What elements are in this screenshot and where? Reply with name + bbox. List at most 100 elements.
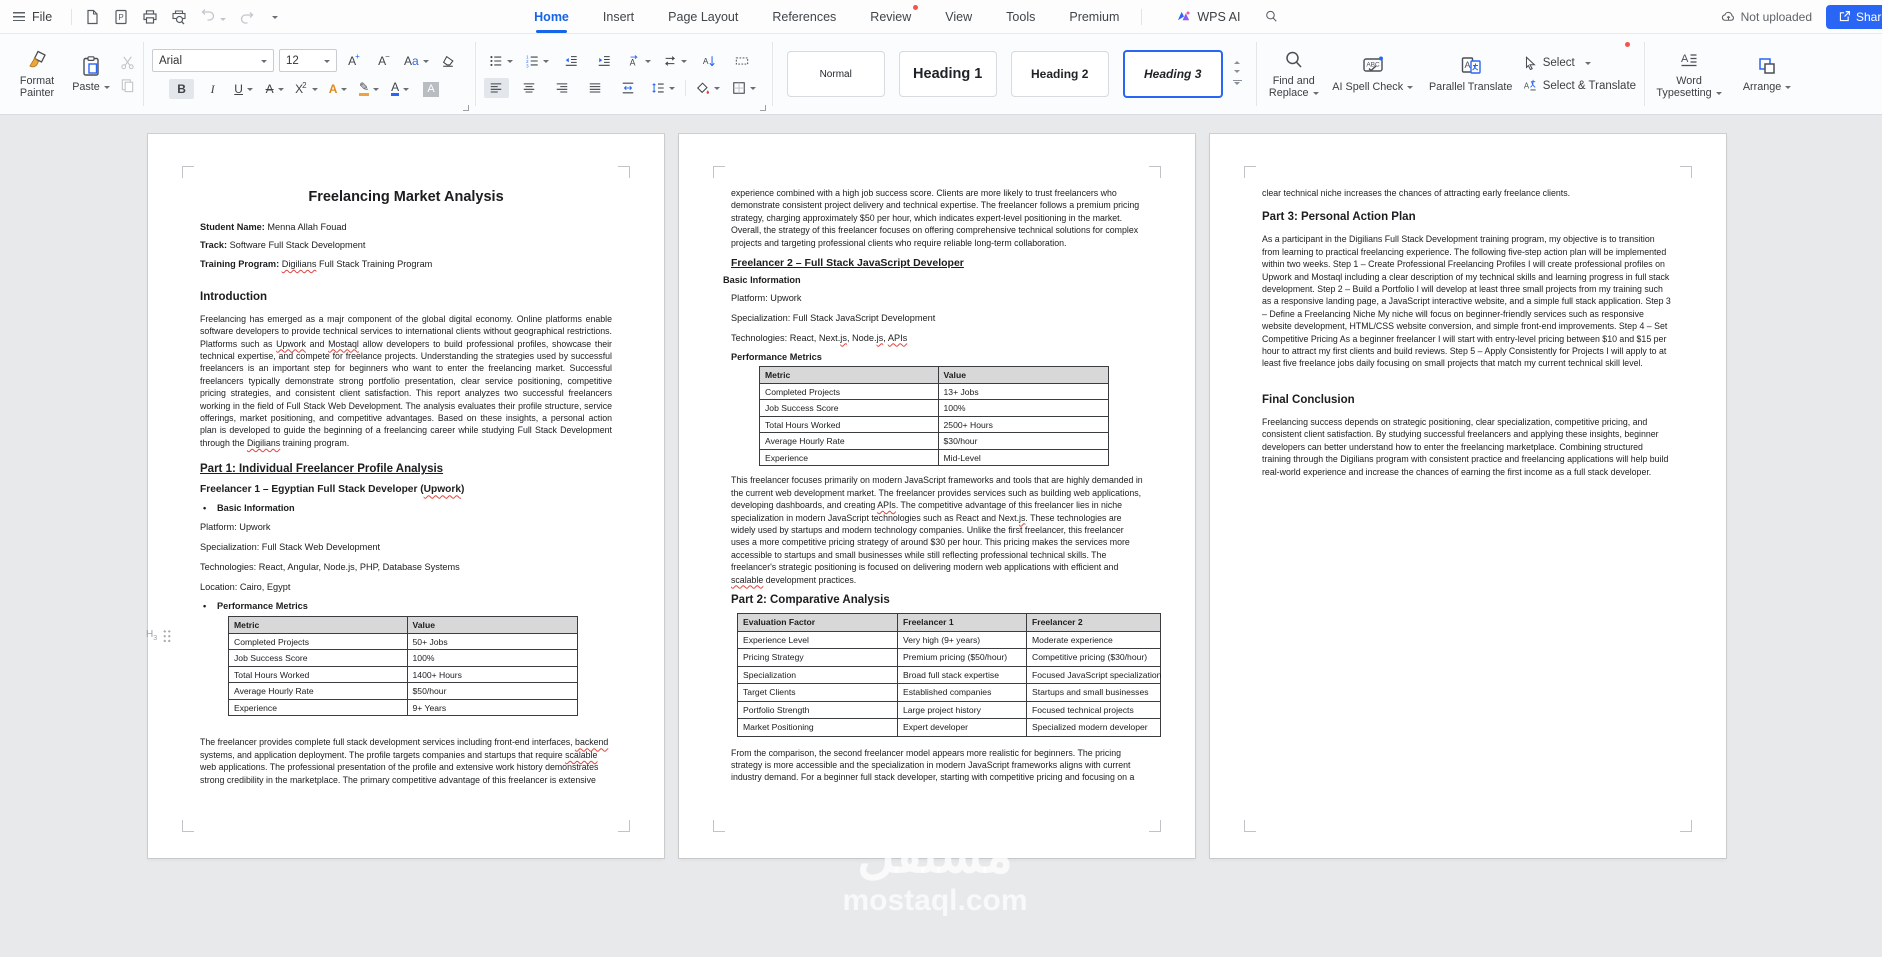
highlight-color-button[interactable]: ✎	[357, 79, 382, 99]
style-heading-2[interactable]: Heading 2	[1010, 51, 1109, 97]
technologies-line[interactable]: Technologies: React, Next.js, Node.js, A…	[731, 333, 1143, 343]
font-size-select[interactable]: 12	[279, 49, 337, 72]
borders-button[interactable]	[730, 78, 758, 98]
final-conclusion-paragraph[interactable]: Freelancing success depends on strategic…	[1262, 416, 1674, 478]
print-icon[interactable]	[142, 9, 158, 25]
character-shading-button[interactable]: A	[419, 79, 444, 99]
document-canvas[interactable]: Freelancing Market Analysis Student Name…	[0, 115, 1882, 957]
location-line[interactable]: Location: Cairo, Egypt	[200, 582, 612, 592]
gallery-scroll-up[interactable]	[1234, 58, 1241, 64]
tab-review[interactable]: Review	[870, 0, 919, 33]
paragraph-group-expander[interactable]	[759, 105, 766, 111]
qat-more-chevron-icon[interactable]	[272, 15, 279, 22]
select-translate-button[interactable]: Select & Translate	[1523, 79, 1636, 93]
share-button[interactable]: Share	[1826, 4, 1882, 29]
metrics-table-freelancer2[interactable]: Metric Value Completed Projects 13+ Jobs Job…	[759, 366, 1110, 467]
parallel-translate-button[interactable]: Parallel Translate	[1423, 39, 1631, 109]
student-name-line[interactable]: Student Name: Menna Allah Fouad	[200, 222, 612, 232]
ltr-rtl-button[interactable]	[661, 51, 689, 71]
sort-button[interactable]	[697, 51, 722, 71]
undo-button[interactable]	[200, 6, 227, 27]
page1-closing-paragraph[interactable]: The freelancer provides complete full st…	[200, 736, 612, 786]
wps-ai-button[interactable]: WPS AI	[1176, 9, 1240, 24]
select-button[interactable]: Select	[1523, 56, 1636, 70]
metrics-table-freelancer1[interactable]: Metric Value Completed Projects 50+ Jobs Job…	[228, 616, 579, 717]
save-icon[interactable]	[84, 9, 100, 25]
align-left-button[interactable]	[483, 77, 509, 98]
increase-font-button[interactable]: A +	[342, 51, 367, 71]
page3-continuation-line[interactable]: clear technical niche increases the chan…	[1262, 187, 1674, 199]
page2-continuation-paragraph[interactable]: experience combined with a high job succ…	[731, 187, 1143, 249]
find-replace-button[interactable]: Find and Replace	[1265, 39, 1323, 109]
tab-home[interactable]: Home	[534, 0, 569, 33]
clear-format-button[interactable]	[436, 51, 461, 71]
gallery-more-button[interactable]	[1232, 80, 1242, 88]
tab-tools[interactable]: Tools	[1006, 0, 1035, 33]
comparison-table[interactable]: Evaluation Factor Freelancer 1 Freelancer …	[737, 613, 1161, 737]
strikethrough-button[interactable]: A	[262, 79, 287, 99]
document-page-3[interactable]: clear technical niche increases the chan…	[1210, 134, 1726, 858]
increase-indent-button[interactable]	[592, 51, 617, 71]
final-conclusion-heading[interactable]: Final Conclusion	[1262, 394, 1674, 406]
align-right-button[interactable]	[550, 78, 575, 98]
italic-button[interactable]: I	[200, 79, 225, 99]
decrease-font-button[interactable]: A −	[372, 51, 397, 71]
word-typesetting-button[interactable]: Word Typesetting	[1653, 39, 1725, 109]
numbered-list-button[interactable]	[523, 51, 551, 71]
introduction-heading[interactable]: Introduction	[200, 291, 612, 303]
print-preview-icon[interactable]	[171, 9, 187, 25]
superscript-button[interactable]: X2	[293, 79, 319, 99]
redo-icon[interactable]	[239, 9, 255, 25]
tab-references[interactable]: References	[772, 0, 836, 33]
underline-button[interactable]: U	[231, 79, 256, 99]
performance-metrics-bullet[interactable]: Performance Metrics	[200, 601, 612, 611]
platform-line[interactable]: Platform: Upwork	[200, 522, 612, 532]
paste-button[interactable]: Paste	[64, 39, 118, 109]
ai-spell-check-button[interactable]: AI Spell Check	[1327, 39, 1419, 109]
page2-analysis-paragraph[interactable]: This freelancer focuses primarily on mod…	[731, 474, 1143, 586]
track-line[interactable]: Track: Software Full Stack Development	[200, 240, 612, 250]
performance-metrics-label[interactable]: Performance Metrics	[731, 352, 1143, 362]
upload-status[interactable]: Not uploaded	[1721, 9, 1812, 24]
font-group-expander[interactable]	[462, 105, 469, 111]
align-center-button[interactable]	[517, 78, 542, 98]
export-pdf-icon[interactable]	[113, 9, 129, 25]
training-program-line[interactable]: Training Program: Digilians Full Stack T…	[200, 259, 612, 269]
text-effects-button[interactable]: A	[326, 79, 351, 99]
style-heading-1[interactable]: Heading 1	[898, 51, 997, 97]
show-marks-button[interactable]	[730, 51, 755, 71]
tab-page-layout[interactable]: Page Layout	[668, 0, 738, 33]
style-normal[interactable]: Normal	[786, 51, 885, 97]
distributed-button[interactable]	[616, 78, 641, 98]
action-plan-paragraph[interactable]: As a participant in the Digilians Full S…	[1262, 233, 1674, 369]
format-painter-button[interactable]: Format Painter	[10, 39, 64, 109]
specialization-line[interactable]: Specialization: Full Stack JavaScript De…	[731, 313, 1143, 323]
document-title[interactable]: Freelancing Market Analysis	[200, 189, 612, 205]
cut-icon[interactable]	[120, 55, 135, 70]
freelancer1-heading[interactable]: Freelancer 1 – Egyptian Full Stack Devel…	[200, 484, 612, 495]
style-heading-3[interactable]: Heading 3	[1122, 50, 1223, 98]
freelancer2-heading[interactable]: Freelancer 2 – Full Stack JavaScript Dev…	[731, 257, 1143, 269]
bullet-list-button[interactable]	[487, 51, 515, 71]
tab-insert[interactable]: Insert	[603, 0, 634, 33]
bold-button[interactable]: B	[169, 79, 195, 99]
font-color-button[interactable]: A	[388, 79, 413, 99]
introduction-paragraph[interactable]: Freelancing has emerged as a majr compon…	[200, 313, 612, 449]
platform-line[interactable]: Platform: Upwork	[731, 293, 1143, 303]
file-menu[interactable]: File	[0, 10, 65, 24]
text-direction-button[interactable]	[625, 51, 653, 71]
line-spacing-button[interactable]	[649, 78, 677, 98]
document-page-2[interactable]: experience combined with a high job succ…	[679, 134, 1195, 858]
change-case-button[interactable]: Aa	[402, 51, 431, 71]
gallery-scroll-down[interactable]	[1234, 70, 1241, 76]
tab-view[interactable]: View	[945, 0, 972, 33]
decrease-indent-button[interactable]	[559, 51, 584, 71]
document-page-1[interactable]: Freelancing Market Analysis Student Name…	[148, 134, 664, 858]
shading-button[interactable]	[694, 78, 722, 98]
tab-premium[interactable]: Premium	[1069, 0, 1119, 33]
page2-conclusion-paragraph[interactable]: From the comparison, the second freelanc…	[731, 747, 1143, 784]
copy-icon[interactable]	[120, 78, 135, 93]
technologies-line[interactable]: Technologies: React, Angular, Node.js, P…	[200, 562, 612, 572]
specialization-line[interactable]: Specialization: Full Stack Web Developme…	[200, 542, 612, 552]
part1-heading[interactable]: Part 1: Individual Freelancer Profile An…	[200, 463, 612, 475]
